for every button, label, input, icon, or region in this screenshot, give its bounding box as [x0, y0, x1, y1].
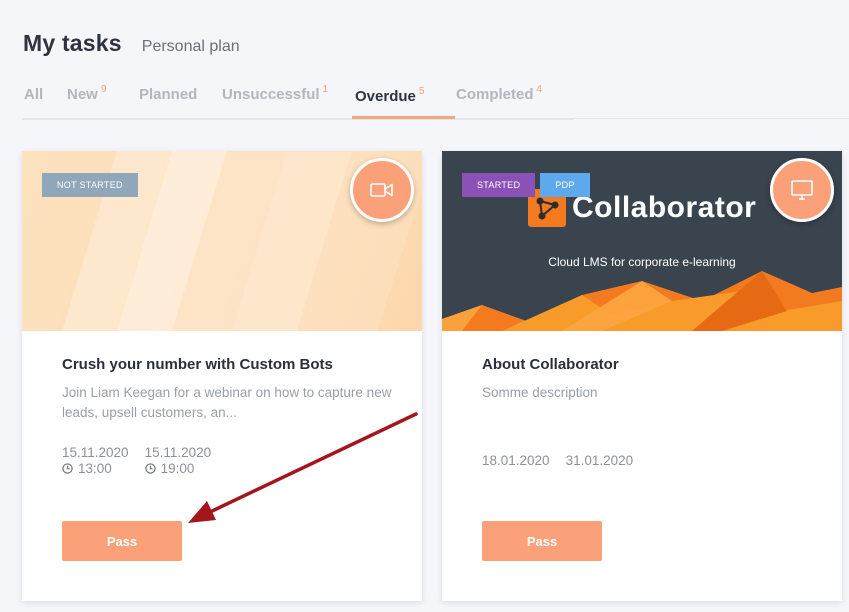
video-camera-icon — [350, 158, 414, 222]
tab-label: New — [67, 86, 98, 103]
tab-label: Completed — [456, 86, 534, 103]
card-body: Crush your number with Custom Bots Join … — [62, 356, 392, 423]
start-date-time: 15.11.2020 13:00 — [62, 445, 129, 476]
clock-icon — [62, 463, 73, 474]
card-dates: 18.01.2020 31.01.2020 — [482, 453, 649, 468]
tab-count: 1 — [322, 84, 329, 95]
page-subtitle: Personal plan — [141, 38, 240, 55]
clock-icon — [144, 463, 156, 474]
start-time: 13:00 — [78, 461, 112, 476]
card-title[interactable]: Crush your number with Custom Bots — [62, 356, 392, 373]
page-title: My tasks — [23, 30, 122, 56]
tab-planned[interactable]: Planned — [139, 86, 197, 103]
start-date: 18.01.2020 — [482, 453, 550, 468]
status-badges: STARTED PDP — [462, 173, 590, 197]
card-title[interactable]: About Collaborator — [482, 356, 812, 373]
tabs-divider — [574, 118, 849, 119]
task-tabs: All New 9 Planned Unsuccessful 1 Overdue 5 … — [22, 82, 574, 120]
end-time: 19:00 — [160, 461, 195, 476]
pass-button[interactable]: Pass — [62, 521, 182, 561]
card-description: Somme description — [482, 385, 598, 400]
start-date: 15.11.2020 — [62, 445, 129, 460]
end-date-time: 15.11.2020 19:00 — [145, 445, 212, 476]
task-card[interactable]: Collaborator Cloud LMS for corporate e-l… — [442, 151, 842, 601]
status-badge: STARTED — [462, 173, 536, 197]
tab-label: Overdue — [355, 88, 416, 105]
tab-label: Planned — [139, 86, 198, 103]
status-badges: NOT STARTED — [42, 173, 138, 197]
pdp-badge: PDP — [540, 173, 590, 197]
task-card[interactable]: NOT STARTED Crush your number with Custo… — [22, 151, 422, 601]
logo-text: Collaborator — [572, 191, 757, 224]
tab-new[interactable]: New 9 — [67, 84, 107, 103]
tab-label: Unsuccessful — [222, 86, 320, 103]
tab-count: 4 — [536, 84, 543, 95]
card-dates: 15.11.2020 13:00 15.11.2020 19:00 — [62, 445, 227, 476]
tab-count: 5 — [418, 86, 425, 97]
banner-mountains — [442, 271, 842, 331]
end-date: 15.11.2020 — [144, 445, 212, 460]
end-date: 31.01.2020 — [565, 453, 634, 468]
tab-completed[interactable]: Completed 4 — [456, 84, 543, 103]
tab-all[interactable]: All — [24, 86, 43, 103]
tab-label: All — [24, 86, 44, 103]
status-badge: NOT STARTED — [42, 173, 138, 197]
card-banner: Collaborator Cloud LMS for corporate e-l… — [442, 151, 842, 331]
tab-unsuccessful[interactable]: Unsuccessful 1 — [222, 84, 329, 103]
pass-button[interactable]: Pass — [482, 521, 602, 561]
page-header: My tasks Personal plan — [23, 30, 240, 57]
card-description: Join Liam Keegan for a webinar on how to… — [62, 385, 392, 420]
card-body: About Collaborator Somme description — [482, 356, 812, 403]
tab-overdue[interactable]: Overdue 5 — [355, 86, 425, 105]
banner-tagline: Cloud LMS for corporate e-learning — [548, 255, 736, 269]
active-tab-indicator — [352, 116, 455, 119]
monitor-icon — [770, 158, 834, 222]
tab-count: 9 — [100, 84, 107, 95]
card-banner: NOT STARTED — [22, 151, 422, 331]
